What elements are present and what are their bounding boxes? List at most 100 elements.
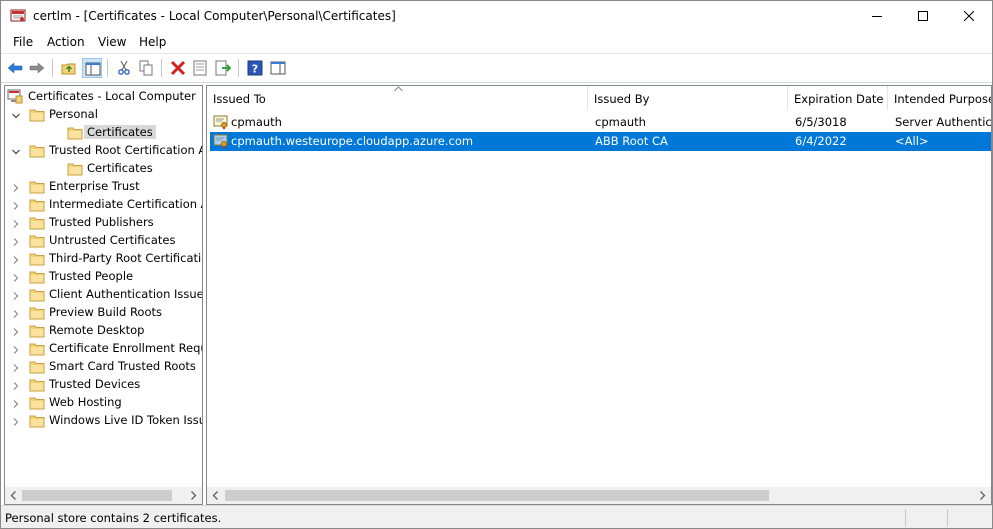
chevron-right-icon[interactable] <box>11 380 21 390</box>
content-area: Certificates - Local Computer Personal Ce… <box>1 82 992 505</box>
chevron-right-icon[interactable] <box>11 236 21 246</box>
folder-icon <box>29 287 45 302</box>
properties-icon <box>193 60 207 76</box>
folder-icon <box>29 269 45 284</box>
chevron-right-icon[interactable] <box>11 182 21 192</box>
tree-item-label: Trusted Publishers <box>49 215 154 229</box>
chevron-right-icon[interactable] <box>11 254 21 264</box>
folder-icon <box>29 197 45 212</box>
scroll-left-button[interactable] <box>207 487 224 504</box>
sort-ascending-icon <box>394 86 403 92</box>
show-hide-tree-icon <box>85 62 101 76</box>
cell-intended-purposes: Server Authenticat <box>895 115 992 129</box>
scroll-right-button[interactable] <box>185 487 202 504</box>
chevron-down-icon[interactable] <box>11 146 21 156</box>
copy-button[interactable] <box>136 58 156 78</box>
chevron-right-icon <box>980 491 986 500</box>
tree-horizontal-scrollbar[interactable] <box>5 487 202 504</box>
chevron-right-icon[interactable] <box>11 290 21 300</box>
toolbar-separator <box>161 59 162 77</box>
export-list-button[interactable] <box>213 58 233 78</box>
list-horizontal-scrollbar[interactable] <box>207 487 991 504</box>
column-header-expiration-date[interactable]: Expiration Date <box>788 86 888 110</box>
chevron-right-icon[interactable] <box>11 362 21 372</box>
chevron-right-icon[interactable] <box>11 218 21 228</box>
close-icon <box>964 11 974 21</box>
folder-icon <box>29 341 45 356</box>
tree-item-label: Trusted Devices <box>49 377 141 391</box>
toolbar: ? <box>1 53 992 81</box>
status-bar: Personal store contains 2 certificates. <box>1 505 992 528</box>
tree-item-label: Certificate Enrollment Reque: <box>49 341 203 355</box>
delete-button[interactable] <box>168 58 188 78</box>
folder-icon <box>29 377 45 392</box>
folder-icon <box>29 143 45 158</box>
certificate-list[interactable]: Issued To Issued By Expiration Date Inte… <box>206 85 992 505</box>
list-scroll-thumb[interactable] <box>225 490 769 501</box>
folder-icon <box>67 161 83 176</box>
chevron-right-icon[interactable] <box>11 416 21 426</box>
minimize-button[interactable] <box>854 1 900 31</box>
chevron-right-icon[interactable] <box>11 272 21 282</box>
cut-button[interactable] <box>114 58 134 78</box>
scroll-right-button[interactable] <box>974 487 991 504</box>
column-header-issued-to[interactable]: Issued To <box>207 86 588 110</box>
maximize-button[interactable] <box>900 1 946 31</box>
certlm-app-icon <box>10 9 26 22</box>
list-header: Issued To Issued By Expiration Date Inte… <box>207 86 991 110</box>
forward-button[interactable] <box>27 58 47 78</box>
main-window: certlm - [Certificates - Local Computer\… <box>0 0 993 529</box>
column-header-intended-purposes[interactable]: Intended Purposes <box>888 86 991 110</box>
chevron-right-icon[interactable] <box>11 326 21 336</box>
up-folder-icon <box>61 63 76 75</box>
menu-file[interactable]: File <box>13 35 33 49</box>
show-hide-console-tree-button[interactable] <box>82 58 102 78</box>
certificate-key-icon <box>213 133 229 149</box>
folder-icon <box>29 233 45 248</box>
cell-issued-to: cpmauth <box>231 115 282 129</box>
folder-icon <box>29 323 45 338</box>
tree-item-label: Certificates <box>87 161 153 175</box>
tree-item-label: Untrusted Certificates <box>49 233 176 247</box>
folder-icon <box>29 179 45 194</box>
folder-icon <box>29 359 45 374</box>
chevron-right-icon[interactable] <box>11 200 21 210</box>
tree-scroll-thumb[interactable] <box>22 490 172 501</box>
help-button[interactable]: ? <box>245 58 265 78</box>
tree-item-label: Web Hosting <box>49 395 122 409</box>
status-text: Personal store contains 2 certificates. <box>5 511 222 525</box>
folder-icon <box>29 215 45 230</box>
column-header-issued-by[interactable]: Issued By <box>588 86 788 110</box>
menu-help[interactable]: Help <box>139 35 166 49</box>
tree-item-label: Personal <box>49 107 98 121</box>
close-button[interactable] <box>946 1 992 31</box>
chevron-right-icon[interactable] <box>11 308 21 318</box>
certificate-row[interactable]: cpmauth cpmauth 6/5/3018 Server Authenticat <box>210 113 992 132</box>
chevron-down-icon[interactable] <box>11 110 21 120</box>
cell-issued-by: ABB Root CA <box>595 134 668 148</box>
folder-icon <box>29 413 45 428</box>
tree-item-label: Intermediate Certification Au <box>49 197 203 211</box>
back-button[interactable] <box>5 58 25 78</box>
chevron-right-icon[interactable] <box>11 398 21 408</box>
toolbar-separator <box>107 59 108 77</box>
menu-action[interactable]: Action <box>47 35 85 49</box>
tree-item-label: Trusted Root Certification Au <box>49 143 203 157</box>
certificate-row[interactable]: cpmauth.westeurope.cloudapp.azure.com ABB… <box>210 132 991 151</box>
chevron-left-icon <box>10 491 16 500</box>
minimize-icon <box>872 16 882 17</box>
console-tree[interactable]: Certificates - Local Computer Personal Ce… <box>4 85 203 505</box>
up-one-level-button[interactable] <box>59 58 79 78</box>
show-hide-action-pane-button[interactable] <box>268 58 288 78</box>
folder-icon <box>29 305 45 320</box>
menu-view[interactable]: View <box>98 35 126 49</box>
tree-item-label: Client Authentication Issuers <box>49 287 203 301</box>
properties-button[interactable] <box>190 58 210 78</box>
tree-item-label: Remote Desktop <box>49 323 145 337</box>
cell-intended-purposes: <All> <box>895 134 929 148</box>
chevron-right-icon[interactable] <box>11 344 21 354</box>
scroll-left-button[interactable] <box>5 487 22 504</box>
title-bar[interactable]: certlm - [Certificates - Local Computer\… <box>1 1 992 32</box>
export-list-icon <box>215 60 231 76</box>
forward-icon <box>29 62 45 74</box>
